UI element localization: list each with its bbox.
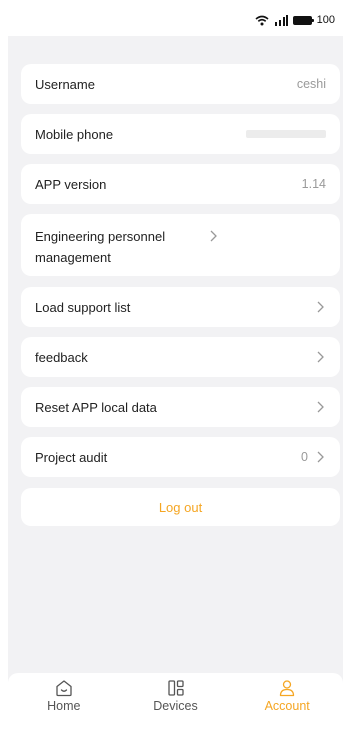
project-audit-row[interactable]: Project audit 0 — [21, 437, 340, 477]
app-version-row: APP version 1.14 — [21, 164, 340, 204]
tab-home[interactable]: Home — [8, 673, 120, 723]
tab-account[interactable]: Account — [231, 673, 343, 723]
username-row: Username ceshi — [21, 64, 340, 104]
load-support-list-row[interactable]: Load support list — [21, 287, 340, 327]
mobile-phone-value-masked — [246, 130, 326, 138]
username-value: ceshi — [296, 77, 326, 91]
app-version-value: 1.14 — [301, 177, 326, 191]
username-label: Username — [35, 76, 95, 92]
engineering-personnel-label: Engineering personnel management — [35, 229, 166, 265]
devices-grid-icon — [167, 680, 184, 696]
chevron-right-icon — [317, 301, 324, 313]
app-screen: 100 Username ceshi Mobile phone APP vers… — [8, 8, 343, 723]
tab-home-label: Home — [47, 699, 81, 713]
battery-icon — [292, 15, 314, 25]
project-audit-label: Project audit — [35, 449, 108, 465]
load-support-list-label: Load support list — [35, 299, 131, 315]
wifi-icon — [255, 15, 269, 25]
reset-local-data-row[interactable]: Reset APP local data — [21, 387, 340, 427]
signal-icon — [274, 14, 288, 26]
logout-label: Log out — [158, 499, 203, 515]
bottom-tab-bar: Home Devices Account — [8, 673, 343, 723]
status-icons: 100 — [255, 14, 335, 26]
chevron-right-icon — [317, 401, 324, 413]
tab-account-label: Account — [264, 699, 310, 713]
app-version-label: APP version — [35, 176, 107, 192]
engineering-personnel-row[interactable]: Engineering personnel management — [21, 214, 340, 276]
reset-local-data-label: Reset APP local data — [35, 399, 157, 415]
mobile-phone-row: Mobile phone — [21, 114, 340, 154]
battery-level: 100 — [316, 14, 335, 26]
logout-button[interactable]: Log out — [21, 488, 340, 526]
project-audit-count: 0 — [301, 450, 308, 464]
chevron-right-icon — [317, 351, 324, 363]
project-audit-right: 0 — [301, 450, 326, 464]
home-icon — [56, 680, 72, 697]
tab-devices-label: Devices — [153, 699, 198, 713]
status-bar: 100 — [8, 8, 343, 36]
chevron-right-icon — [210, 230, 217, 242]
feedback-row[interactable]: feedback — [21, 337, 340, 377]
chevron-right-icon — [317, 451, 324, 463]
feedback-label: feedback — [35, 349, 88, 365]
tab-devices[interactable]: Devices — [120, 673, 232, 723]
mobile-phone-label: Mobile phone — [35, 126, 114, 142]
account-user-icon — [280, 680, 295, 697]
